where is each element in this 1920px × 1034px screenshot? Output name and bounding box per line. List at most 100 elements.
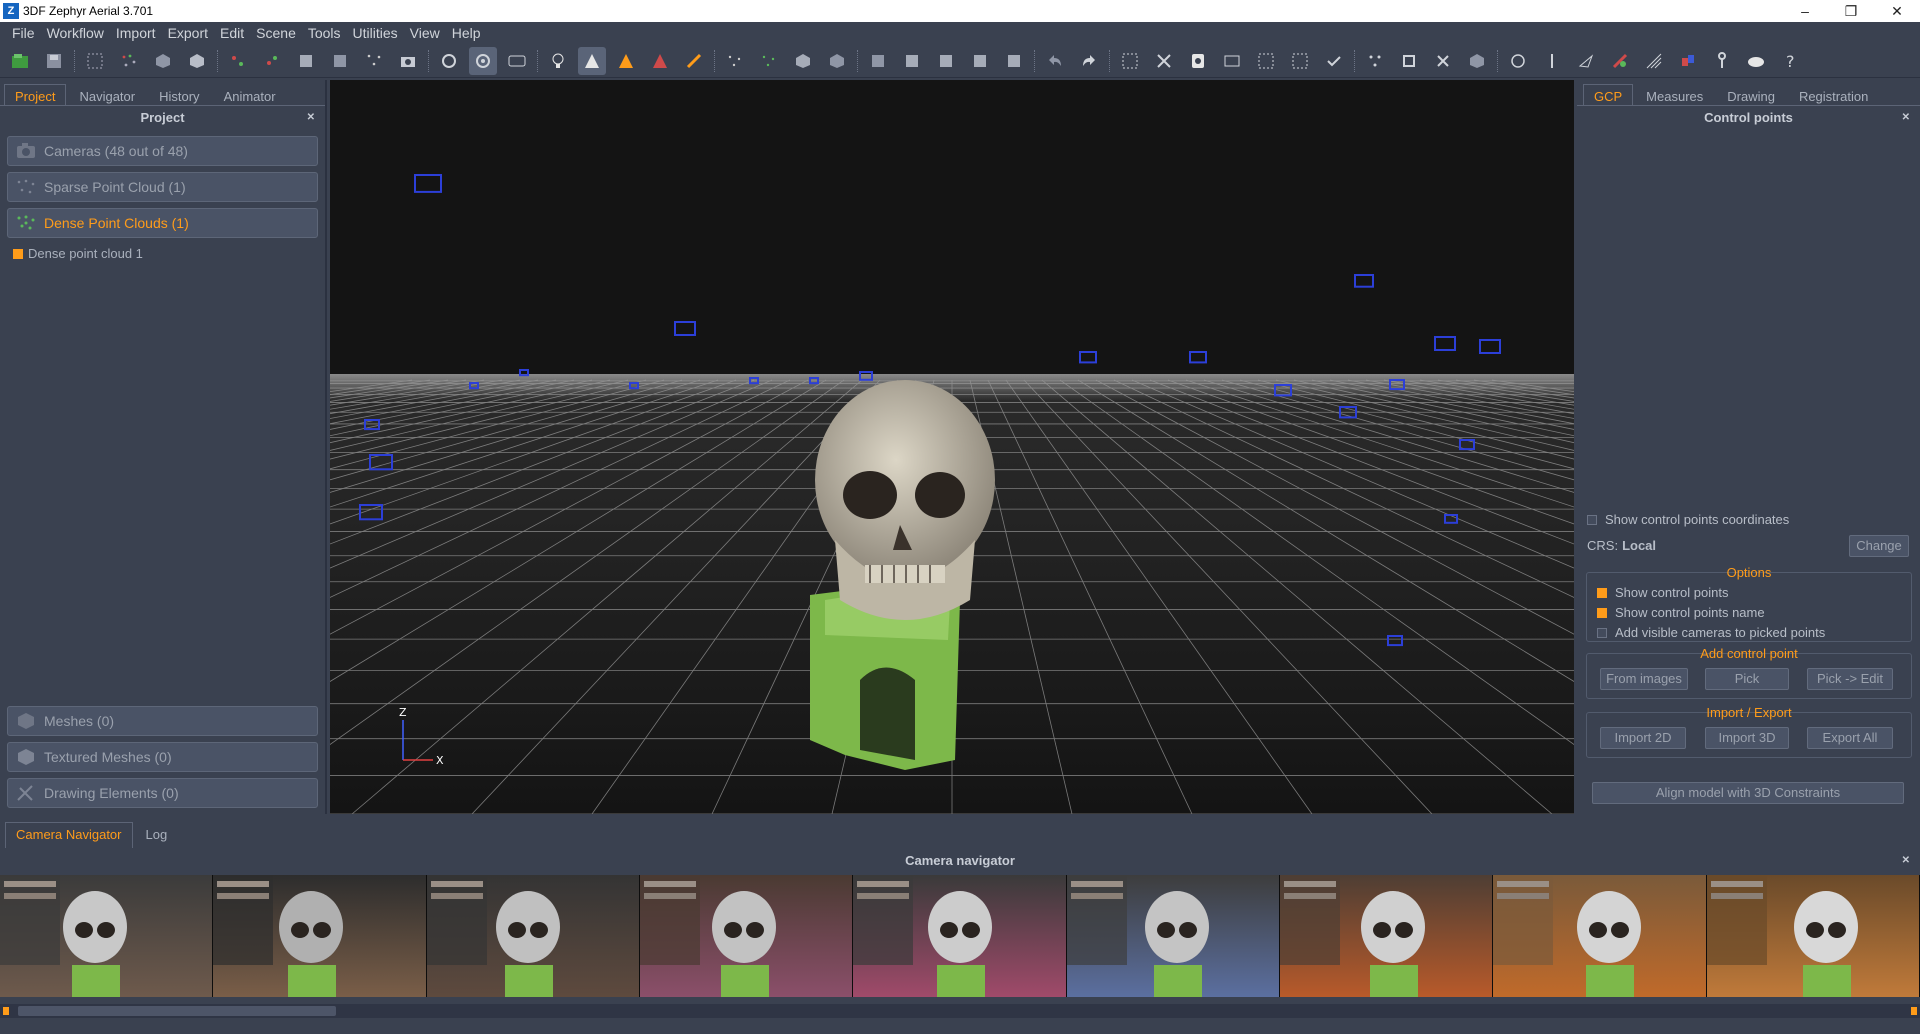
contour-button[interactable] [1640, 47, 1668, 75]
filter-points-button[interactable] [258, 47, 286, 75]
camera-thumbnail[interactable] [1066, 875, 1280, 997]
delete-selection-button[interactable] [1429, 47, 1457, 75]
camera-thumbnail[interactable] [1706, 875, 1920, 997]
show-sparse-button[interactable] [721, 47, 749, 75]
lighting-button[interactable] [544, 47, 572, 75]
view-side-button[interactable] [932, 47, 960, 75]
lasso-button[interactable] [1150, 47, 1178, 75]
sparse-cloud-section[interactable]: Sparse Point Cloud (1) [7, 172, 318, 202]
select-points-button[interactable] [224, 47, 252, 75]
scatter-button[interactable] [360, 47, 388, 75]
camera-thumbnail[interactable] [853, 875, 1067, 997]
check-selection-button[interactable] [1320, 47, 1348, 75]
option-show-cp[interactable]: Show control points [1597, 585, 1728, 600]
selection-tool-button[interactable] [1116, 47, 1144, 75]
tab-log[interactable]: Log [135, 822, 179, 848]
dense-cloud-button[interactable] [149, 47, 177, 75]
invert-selection-button[interactable] [1184, 47, 1212, 75]
align-model-button[interactable]: Align model with 3D Constraints [1592, 782, 1904, 804]
screenshot-button[interactable] [394, 47, 422, 75]
menu-tools[interactable]: Tools [302, 25, 347, 41]
crop-button[interactable] [1395, 47, 1423, 75]
camera-thumbnail[interactable] [213, 875, 427, 997]
save-button[interactable] [40, 47, 68, 75]
option-show-cp-name[interactable]: Show control points name [1597, 605, 1765, 620]
undo-button[interactable] [1041, 47, 1069, 75]
texture-button[interactable] [612, 47, 640, 75]
tab-gcp[interactable]: GCP [1583, 84, 1634, 105]
paint-button[interactable] [680, 47, 708, 75]
show-cp-name-checkbox[interactable] [1597, 607, 1607, 618]
textured-meshes-section[interactable]: Textured Meshes (0) [7, 742, 318, 772]
pick-edit-button[interactable]: Pick -> Edit [1807, 668, 1893, 690]
show-coordinates-row[interactable]: Show control points coordinates [1587, 512, 1789, 527]
tab-registration[interactable]: Registration [1788, 84, 1879, 105]
redo-button[interactable] [1075, 47, 1103, 75]
scroll-left-icon[interactable] [3, 1007, 9, 1015]
view-front-button[interactable] [864, 47, 892, 75]
drawing-elements-section[interactable]: Drawing Elements (0) [7, 778, 318, 808]
sparse-cloud-button[interactable] [115, 47, 143, 75]
pick-button[interactable]: Pick [1705, 668, 1789, 690]
mesh-button[interactable] [183, 47, 211, 75]
close-icon[interactable]: ✕ [307, 106, 315, 130]
menu-file[interactable]: File [6, 25, 41, 41]
view-back-button[interactable] [966, 47, 994, 75]
camera-thumbnail[interactable] [1279, 875, 1494, 997]
camera-thumbnail[interactable] [1493, 875, 1707, 997]
camera-thumbnail[interactable] [0, 875, 214, 997]
shading-button[interactable] [578, 46, 606, 75]
menu-workflow[interactable]: Workflow [41, 25, 110, 41]
export-all-button[interactable]: Export All [1807, 727, 1893, 749]
minimize-button[interactable]: – [1782, 0, 1828, 22]
meshes-section[interactable]: Meshes (0) [7, 706, 318, 736]
vertex-color-button[interactable] [646, 47, 674, 75]
dense-cloud-section[interactable]: Dense Point Clouds (1) [7, 208, 318, 238]
camera-thumbnail[interactable] [639, 875, 854, 997]
scroll-right-icon[interactable] [1911, 1007, 1917, 1015]
close-icon[interactable]: ✕ [1902, 106, 1910, 130]
orbit-button[interactable] [435, 47, 463, 75]
menu-import[interactable]: Import [110, 25, 162, 41]
thumbnail-scrollbar[interactable] [0, 1004, 1920, 1018]
help-button[interactable]: ? [1776, 47, 1804, 75]
3d-viewport[interactable]: Z X [330, 80, 1574, 814]
rgb-selection-button[interactable] [1218, 47, 1246, 75]
view-bottom-button[interactable] [1000, 47, 1028, 75]
deselect-button[interactable] [1252, 47, 1280, 75]
tab-measures[interactable]: Measures [1635, 84, 1714, 105]
scrollbar-thumb[interactable] [18, 1006, 336, 1016]
menu-view[interactable]: View [404, 25, 446, 41]
restore-button[interactable]: ❐ [1828, 0, 1874, 22]
gcp-button[interactable] [1606, 47, 1634, 75]
bounding-box-button[interactable] [1463, 47, 1491, 75]
change-crs-button[interactable]: Change [1849, 535, 1909, 557]
tab-navigator[interactable]: Navigator [68, 84, 146, 105]
import-3d-button[interactable]: Import 3D [1705, 727, 1789, 749]
analysis-button[interactable] [1674, 47, 1702, 75]
close-icon[interactable]: ✕ [1902, 848, 1910, 874]
box-select-button[interactable] [292, 47, 320, 75]
import-2d-button[interactable]: Import 2D [1600, 727, 1686, 749]
tab-history[interactable]: History [148, 84, 210, 105]
volume-button[interactable] [326, 47, 354, 75]
show-mesh-button[interactable] [789, 47, 817, 75]
measure-button[interactable] [1538, 47, 1566, 75]
camera-thumbnail[interactable] [426, 875, 640, 997]
plane-button[interactable] [1572, 47, 1600, 75]
select-all-button[interactable] [1286, 47, 1314, 75]
close-window-button[interactable]: ✕ [1874, 0, 1920, 22]
from-images-button[interactable]: From images [1600, 668, 1688, 690]
wasd-button[interactable] [503, 47, 531, 75]
show-cp-checkbox[interactable] [1597, 587, 1607, 598]
rotate-button[interactable] [469, 46, 497, 75]
menu-edit[interactable]: Edit [214, 25, 250, 41]
add-cameras-checkbox[interactable] [1597, 627, 1607, 638]
dense-point-cloud-item[interactable]: Dense point cloud 1 [13, 246, 325, 261]
menu-help[interactable]: Help [446, 25, 487, 41]
view-top-button[interactable] [898, 47, 926, 75]
tab-project[interactable]: Project [4, 84, 67, 105]
menu-utilities[interactable]: Utilities [347, 25, 404, 41]
transform-button[interactable] [1504, 47, 1532, 75]
tab-drawing[interactable]: Drawing [1716, 84, 1786, 105]
